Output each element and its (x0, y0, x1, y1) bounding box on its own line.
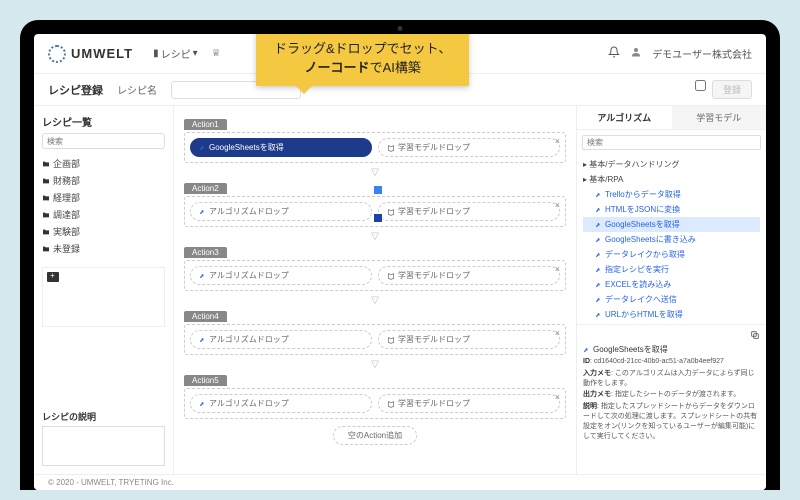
nav-recipe[interactable]: ▮ レシピ ▾ (153, 46, 198, 61)
tab-algorithm[interactable]: アルゴリズム (577, 106, 672, 129)
folder-icon (42, 211, 50, 219)
tree-item[interactable]: HTMLをJSONに変換 (583, 202, 760, 217)
detail-id: cd1640cd-21cc-40b0-ac51-a7a0b4eef927 (594, 358, 724, 365)
tree-item[interactable]: EXCELを読み込み (583, 277, 760, 292)
recipe-list-header: レシピ一覧 (42, 114, 165, 129)
algorithm-search-input[interactable] (582, 135, 761, 150)
detail-panel: GoogleSheetsを取得 ID: cd1640cd-21cc-40b0-a… (577, 324, 766, 448)
close-icon[interactable]: × (555, 264, 560, 274)
action-tab: Action4 (184, 311, 227, 322)
action-body: GoogleSheetsを取得学習モデルドロップ× (184, 132, 566, 163)
recipe-name-label: レシピ名 (117, 82, 157, 97)
logo-text: UMWELT (71, 46, 133, 61)
model-slot[interactable]: 学習モデルドロップ (378, 330, 560, 349)
register-button[interactable]: 登録 (712, 80, 752, 99)
footer-copyright: © 2020 - UMWELT, TRYETING Inc. (34, 474, 766, 490)
arrow-down-icon: ▽ (184, 361, 566, 369)
callout-tooltip: ドラッグ&ドロップでセット、 ノーコードでAI構築 (256, 34, 469, 86)
arrow-down-icon: ▽ (184, 169, 566, 177)
add-action-button[interactable]: 空のAction追加 (333, 426, 417, 445)
bell-icon[interactable] (608, 46, 620, 61)
add-folder-icon[interactable] (47, 272, 59, 282)
model-slot[interactable]: 学習モデルドロップ (378, 394, 560, 413)
action-tab: Action1 (184, 119, 227, 130)
user-name[interactable]: デモユーザー株式会社 (652, 46, 752, 61)
logo[interactable]: UMWELT (48, 45, 133, 63)
algorithm-slot[interactable]: アルゴリズムドロップ (190, 266, 372, 285)
algorithm-slot[interactable]: アルゴリズムドロップ (190, 330, 372, 349)
action-tab: Action3 (184, 247, 227, 258)
detail-title: GoogleSheetsを取得 (593, 344, 668, 355)
detail-description: 指定したスプレッドシートからデータをダウンロードして次の処理に渡します。スプレッ… (583, 403, 757, 439)
close-icon[interactable]: × (555, 392, 560, 402)
folder-icon (42, 228, 50, 236)
page-title: レシピ登録 (48, 82, 103, 98)
folder-icon (42, 177, 50, 185)
tree-group[interactable]: ▸ 基本/データハンドリング (583, 157, 760, 172)
action-body: アルゴリズムドロップ学習モデルドロップ× (184, 260, 566, 291)
nav-trophy-icon[interactable]: ♕ (212, 46, 221, 61)
logo-icon (48, 45, 66, 63)
close-icon[interactable]: × (555, 328, 560, 338)
copy-icon[interactable] (750, 330, 760, 340)
recipe-desc-label: レシピの説明 (42, 410, 165, 423)
action-tab: Action5 (184, 375, 227, 386)
model-slot[interactable]: 学習モデルドロップ (378, 138, 560, 157)
color-swatch-icon[interactable] (374, 186, 382, 194)
tree-item[interactable]: GoogleSheetsを取得 (583, 217, 760, 232)
left-panel: レシピ一覧 企画部財務部経理部調達部実験部未登録 レシピの説明 (34, 106, 174, 474)
tab-model[interactable]: 学習モデル (672, 106, 767, 129)
algorithm-slot[interactable]: アルゴリズムドロップ (190, 202, 372, 221)
folder-item[interactable]: 調達部 (42, 206, 165, 223)
folder-item[interactable]: 企画部 (42, 155, 165, 172)
close-icon[interactable]: × (555, 200, 560, 210)
model-slot[interactable]: 学習モデルドロップ (378, 202, 560, 221)
tree-item[interactable]: データレイクへ送信 (583, 292, 760, 307)
action-tab: Action2 (184, 183, 227, 194)
tree-item[interactable]: URLからHTMLを取得 (583, 307, 760, 322)
action-body: アルゴリズムドロップ学習モデルドロップ× (184, 388, 566, 419)
arrow-down-icon: ▽ (184, 297, 566, 305)
folder-item[interactable]: 財務部 (42, 172, 165, 189)
algorithm-slot[interactable]: アルゴリズムドロップ (190, 394, 372, 413)
folder-icon (42, 245, 50, 253)
folder-icon (42, 194, 50, 202)
tree-item[interactable]: Trelloからデータ取得 (583, 187, 760, 202)
recipe-desc-input[interactable] (42, 426, 165, 466)
recipe-search-input[interactable] (42, 133, 165, 149)
right-panel: アルゴリズム 学習モデル ▸ 基本/データハンドリング▸ 基本/RPATrell… (576, 106, 766, 474)
tree-item[interactable]: GoogleSheetsに書き込み (583, 232, 760, 247)
detail-output-memo: 指定したシートのデータが渡されます。 (615, 391, 740, 398)
arrow-down-icon: ▽ (184, 233, 566, 241)
canvas: Action1GoogleSheetsを取得学習モデルドロップ×▽Action2… (174, 106, 576, 474)
algorithm-slot[interactable]: GoogleSheetsを取得 (190, 138, 372, 157)
tree-item[interactable]: データレイクから取得 (583, 247, 760, 262)
folder-add-area[interactable] (42, 267, 165, 327)
tree-group[interactable]: ▸ 基本/RPA (583, 172, 760, 187)
folder-icon (42, 160, 50, 168)
model-slot[interactable]: 学習モデルドロップ (378, 266, 560, 285)
action-body: アルゴリズムドロップ学習モデルドロップ× (184, 324, 566, 355)
color-swatch-icon[interactable] (374, 214, 382, 222)
close-icon[interactable]: × (555, 136, 560, 146)
tree-item[interactable]: 指定レシピを実行 (583, 262, 760, 277)
folder-item[interactable]: 未登録 (42, 240, 165, 257)
color-strip (374, 186, 382, 222)
folder-item[interactable]: 経理部 (42, 189, 165, 206)
folder-item[interactable]: 実験部 (42, 223, 165, 240)
checkbox-option[interactable] (695, 80, 706, 91)
user-avatar-icon[interactable] (630, 46, 642, 61)
